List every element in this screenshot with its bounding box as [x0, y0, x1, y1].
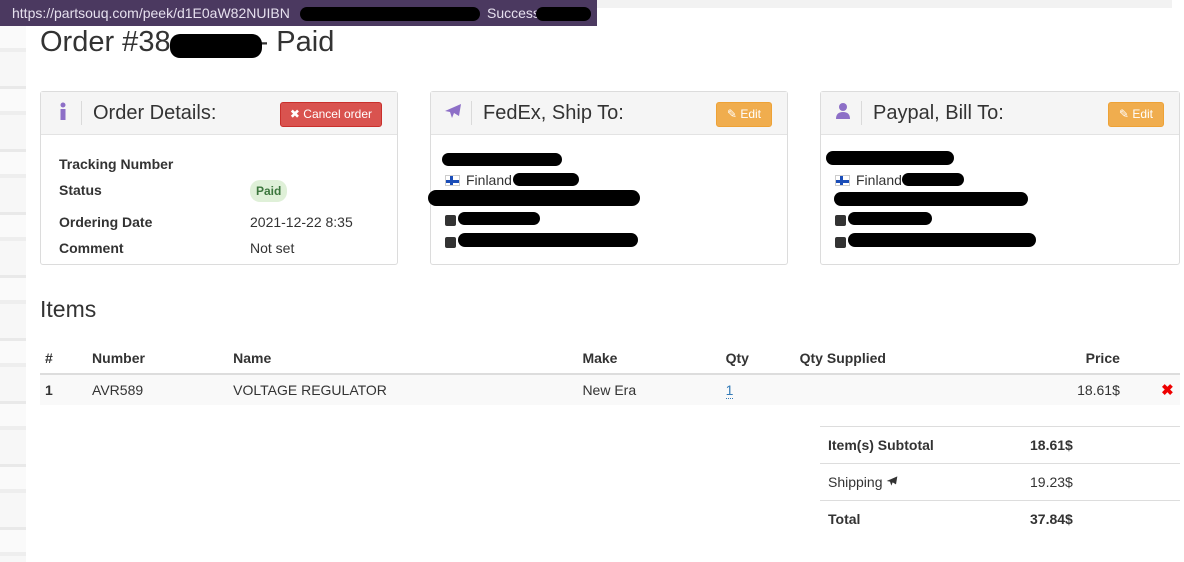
tracking-row: Tracking Number [59, 156, 173, 172]
top-divider [597, 0, 1172, 8]
finland-flag-icon [445, 175, 460, 186]
redaction [458, 212, 540, 225]
bill-country: Finland [835, 172, 902, 188]
redaction [513, 173, 579, 186]
total-row: Total 37.84$ [820, 500, 1180, 537]
table-header-row: # Number Name Make Qty Qty Supplied Pric… [40, 343, 1180, 375]
cell-name: VOLTAGE REGULATOR [233, 374, 583, 405]
header-divider [81, 101, 82, 125]
col-number: Number [92, 343, 234, 375]
col-name: Name [233, 343, 583, 375]
col-actions [1119, 343, 1180, 375]
envelope-icon [835, 237, 846, 248]
shipping-row: Shipping 19.23$ [820, 463, 1180, 501]
panel-title: Order Details: [93, 102, 217, 124]
url-text: https://partsouq.com/peek/d1E0aW82NUIBN [12, 5, 290, 21]
date-value: 2021-12-22 8:35 [250, 214, 353, 230]
shipping-label: Shipping [828, 474, 883, 490]
col-index: # [40, 343, 93, 375]
cancel-order-button[interactable]: ✖ Cancel order [279, 102, 382, 127]
total-label: Total [820, 500, 1022, 537]
plane-icon [443, 102, 463, 124]
comment-label: Comment [59, 240, 124, 256]
subtotal-row: Item(s) Subtotal 18.61$ [820, 426, 1180, 464]
redaction [458, 233, 638, 247]
shipping-label-cell: Shipping [820, 463, 1022, 501]
status-label: Status [59, 182, 102, 198]
url-tail: Success [487, 5, 540, 21]
cell-price: 18.61$ [969, 374, 1120, 405]
url-bar[interactable]: https://partsouq.com/peek/d1E0aW82NUIBN … [0, 0, 597, 26]
shipping-value: 19.23$ [1022, 463, 1180, 501]
totals-table: Item(s) Subtotal 18.61$ Shipping 19.23$ … [820, 426, 1180, 537]
edit-bill-button[interactable]: ✎ Edit [1107, 102, 1164, 127]
redaction [902, 173, 964, 186]
cell-qty-supplied [799, 374, 970, 405]
cell-make: New Era [582, 374, 726, 405]
col-price: Price [969, 343, 1120, 375]
redaction [848, 212, 932, 225]
order-details-panel: Order Details: ✖ Cancel order Tracking N… [40, 91, 398, 265]
table-row: 1 AVR589 VOLTAGE REGULATOR New Era 1 18.… [40, 374, 1180, 405]
pencil-icon: ✎ [726, 107, 737, 121]
plane-icon [886, 474, 898, 490]
date-label: Ordering Date [59, 214, 153, 230]
remove-item-icon[interactable]: ✖ [1161, 382, 1174, 399]
info-icon [53, 102, 73, 124]
status-row: Status Paid [59, 180, 288, 202]
panel-header: FedEx, Ship To: ✎ Edit [431, 92, 787, 135]
comment-row: Comment Not set [59, 240, 294, 256]
phone-icon [835, 215, 846, 226]
col-qty-supplied: Qty Supplied [799, 343, 970, 375]
edit-ship-button[interactable]: ✎ Edit [715, 102, 772, 127]
redaction [428, 190, 640, 206]
user-icon [833, 102, 853, 124]
tracking-label: Tracking Number [59, 156, 174, 172]
redaction [848, 233, 1036, 247]
redaction [826, 151, 954, 165]
cell-number: AVR589 [92, 374, 234, 405]
redaction [300, 7, 480, 21]
panel-header: Paypal, Bill To: ✎ Edit [821, 92, 1179, 135]
envelope-icon [445, 237, 456, 248]
panel-title: FedEx, Ship To: [483, 102, 624, 124]
redaction [536, 7, 591, 21]
cell-actions: ✖ [1119, 374, 1180, 405]
subtotal-value: 18.61$ [1022, 426, 1180, 464]
total-value: 37.84$ [1022, 500, 1180, 537]
times-icon: ✖ [289, 107, 300, 121]
status-badge: Paid [250, 180, 288, 202]
ship-country: Finland [445, 172, 512, 188]
redaction [442, 153, 562, 166]
qty-link[interactable]: 1 [725, 382, 734, 399]
col-qty: Qty [725, 343, 800, 375]
pencil-icon: ✎ [1118, 107, 1129, 121]
panel-header: Order Details: ✖ Cancel order [41, 92, 397, 135]
items-heading: Items [40, 296, 97, 322]
panel-title: Paypal, Bill To: [873, 102, 1004, 124]
col-make: Make [582, 343, 726, 375]
cell-index: 1 [40, 374, 93, 405]
cell-qty: 1 [725, 374, 800, 405]
header-divider [471, 101, 472, 125]
header-divider [861, 101, 862, 125]
items-table: # Number Name Make Qty Qty Supplied Pric… [40, 343, 1180, 405]
finland-flag-icon [835, 175, 850, 186]
subtotal-label: Item(s) Subtotal [820, 426, 1022, 464]
redaction [170, 34, 262, 58]
date-row: Ordering Date 2021-12-22 8:35 [59, 214, 353, 230]
redaction [834, 192, 1028, 206]
comment-value: Not set [250, 240, 295, 256]
phone-icon [445, 215, 456, 226]
background-strip [0, 26, 26, 562]
